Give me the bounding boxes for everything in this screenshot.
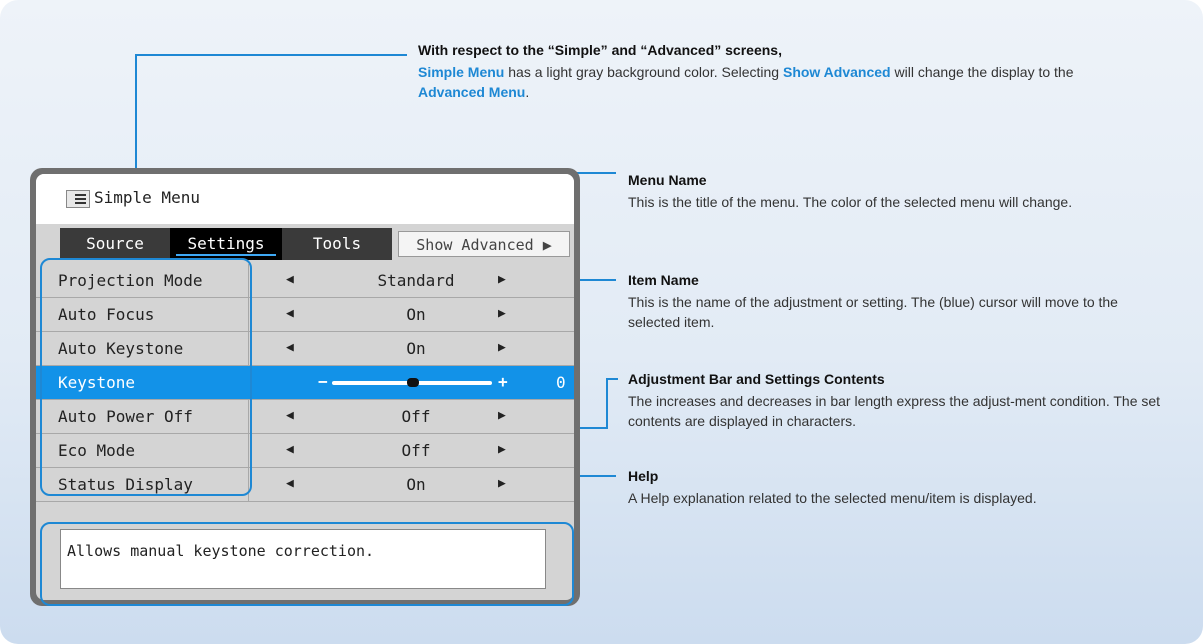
menu-name: Simple Menu bbox=[94, 188, 200, 207]
item-value: Off bbox=[401, 441, 431, 460]
right-arrow-icon[interactable]: ▶ bbox=[498, 272, 506, 287]
help-highlight bbox=[40, 522, 574, 606]
tab-settings[interactable]: Settings bbox=[170, 228, 282, 260]
adjustment-bar[interactable] bbox=[332, 378, 492, 387]
item-value: Off bbox=[401, 407, 431, 426]
item-value: Standard bbox=[377, 271, 455, 290]
item-value: On bbox=[406, 475, 426, 494]
callout-title: Adjustment Bar and Settings Contents bbox=[628, 371, 885, 387]
left-arrow-icon[interactable]: ◀ bbox=[286, 476, 294, 491]
item-name-highlight bbox=[40, 258, 252, 496]
left-arrow-icon[interactable]: ◀ bbox=[286, 408, 294, 423]
callout-body: The increases and decreases in bar lengt… bbox=[628, 393, 1161, 429]
decrease-icon[interactable]: − bbox=[318, 372, 328, 391]
top-callout-text: will change the display to the bbox=[890, 64, 1074, 80]
connector-line bbox=[135, 54, 407, 56]
top-callout-body: Simple Menu has a light gray background … bbox=[418, 62, 1118, 102]
right-arrow-icon[interactable]: ▶ bbox=[498, 442, 506, 457]
callout-body: A Help explanation related to the select… bbox=[628, 490, 1037, 506]
advanced-menu-highlight: Advanced Menu bbox=[418, 84, 526, 100]
callout-help: Help A Help explanation related to the s… bbox=[628, 468, 1168, 508]
left-arrow-icon[interactable]: ◀ bbox=[286, 306, 294, 321]
tab-source[interactable]: Source bbox=[60, 228, 170, 260]
left-arrow-icon[interactable]: ◀ bbox=[286, 340, 294, 355]
right-arrow-icon[interactable]: ▶ bbox=[498, 306, 506, 321]
top-callout-text: has a light gray background color. Selec… bbox=[504, 64, 783, 80]
slider-knob[interactable] bbox=[407, 378, 419, 387]
callout-title: Item Name bbox=[628, 272, 699, 288]
right-arrow-icon[interactable]: ▶ bbox=[498, 340, 506, 355]
menu-list-icon bbox=[66, 190, 90, 208]
top-callout: With respect to the “Simple” and “Advanc… bbox=[418, 42, 1118, 102]
callout-menu-name: Menu Name This is the title of the menu.… bbox=[628, 172, 1168, 212]
connector-line bbox=[606, 378, 608, 429]
simple-menu-highlight: Simple Menu bbox=[418, 64, 505, 80]
callout-body: This is the title of the menu. The color… bbox=[628, 194, 1073, 210]
callout-item-name: Item Name This is the name of the adjust… bbox=[628, 272, 1168, 332]
item-value: On bbox=[406, 339, 426, 358]
tab-tools[interactable]: Tools bbox=[282, 228, 392, 260]
active-tab-underline bbox=[176, 254, 276, 256]
callout-adjustment-bar: Adjustment Bar and Settings Contents The… bbox=[628, 371, 1168, 431]
callout-title: Menu Name bbox=[628, 172, 707, 188]
left-arrow-icon[interactable]: ◀ bbox=[286, 442, 294, 457]
show-advanced-highlight: Show Advanced bbox=[782, 64, 891, 80]
item-value: 0 bbox=[556, 373, 566, 392]
right-arrow-icon[interactable]: ▶ bbox=[498, 408, 506, 423]
right-arrow-icon[interactable]: ▶ bbox=[498, 476, 506, 491]
show-advanced-button[interactable]: Show Advanced ▶ bbox=[398, 231, 570, 257]
callout-body: This is the name of the adjustment or se… bbox=[628, 294, 1118, 330]
tab-settings-label: Settings bbox=[187, 234, 265, 253]
increase-icon[interactable]: + bbox=[498, 372, 508, 391]
figure: With respect to the “Simple” and “Advanc… bbox=[0, 0, 1203, 644]
left-arrow-icon[interactable]: ◀ bbox=[286, 272, 294, 287]
menu-tabs: Source Settings Tools Show Advanced ▶ bbox=[36, 228, 574, 260]
menu-header: Simple Menu bbox=[36, 174, 574, 224]
top-callout-text: . bbox=[525, 84, 530, 100]
item-value: On bbox=[406, 305, 426, 324]
callout-title: Help bbox=[628, 468, 659, 484]
top-callout-title: With respect to the “Simple” and “Advanc… bbox=[418, 42, 782, 58]
connector-line bbox=[606, 378, 618, 380]
connector-line bbox=[135, 54, 137, 184]
